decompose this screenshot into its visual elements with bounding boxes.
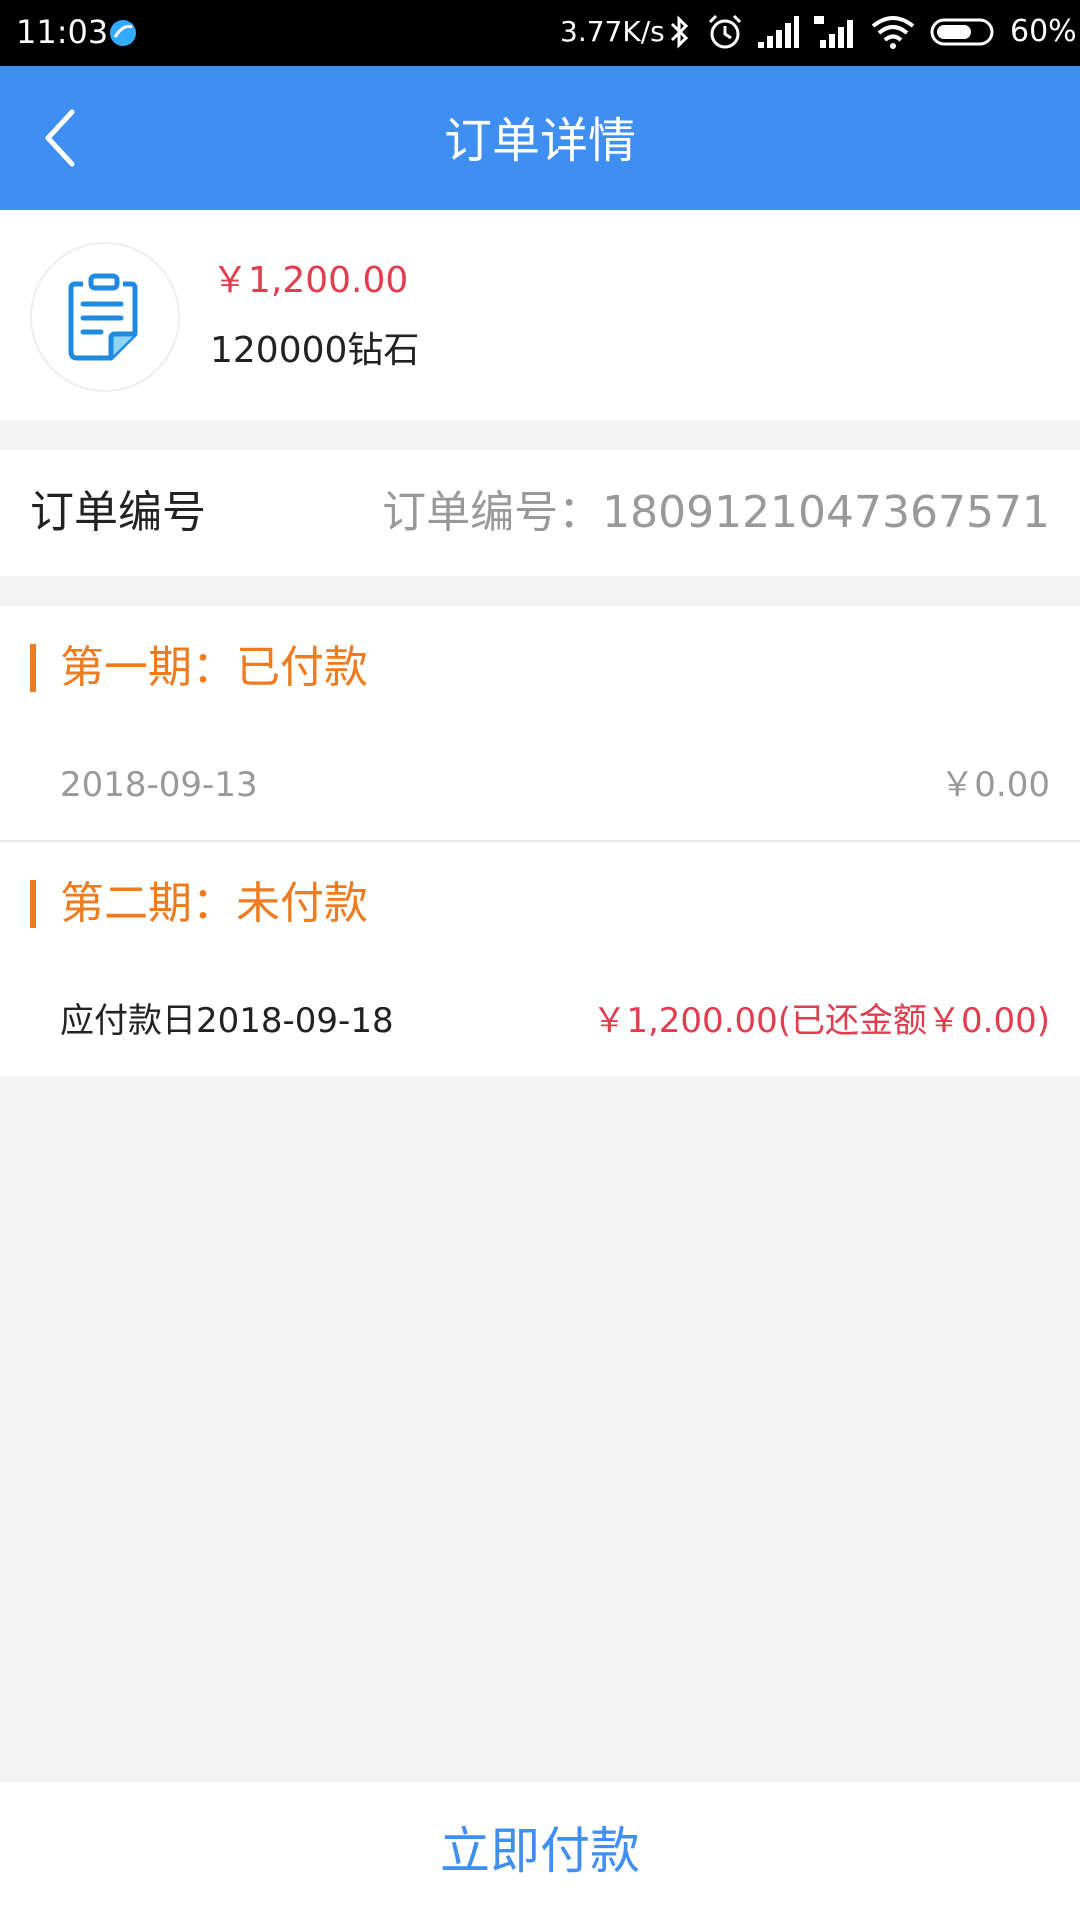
product-avatar bbox=[30, 242, 180, 392]
section-marker bbox=[30, 644, 36, 692]
section-marker bbox=[30, 880, 36, 928]
hd-signal-icon bbox=[814, 16, 853, 48]
battery-icon bbox=[930, 18, 994, 46]
installment-amount: ￥0.00 bbox=[940, 765, 1050, 805]
installment-item: 第一期：已付款 2018-09-13 ￥0.00 bbox=[0, 606, 1080, 840]
installment-item: 第二期：未付款 应付款日2018-09-18 ￥1,200.00(已还金额￥0.… bbox=[0, 840, 1080, 1076]
installment-due-date: 应付款日2018-09-18 bbox=[60, 1001, 394, 1041]
order-number-label: 订单编号 bbox=[30, 487, 206, 538]
pay-now-label: 立即付款 bbox=[440, 1822, 640, 1880]
installment-amount: ￥1,200.00(已还金额￥0.00) bbox=[592, 1001, 1050, 1041]
installment-date: 2018-09-13 bbox=[60, 765, 258, 805]
installment-title: 第一期：已付款 bbox=[60, 642, 368, 693]
product-card: ￥1,200.00 120000钻石 bbox=[0, 210, 1080, 420]
network-speed: 3.77K/s bbox=[560, 15, 665, 48]
status-time: 11:03 bbox=[16, 13, 109, 51]
app-notification-icon bbox=[110, 20, 136, 46]
status-bar: 11:03 3.77K/s 60% bbox=[0, 0, 1080, 66]
product-name: 120000钻石 bbox=[210, 330, 420, 371]
installment-list: 第一期：已付款 2018-09-13 ￥0.00 第二期：未付款 应付款日201… bbox=[0, 606, 1080, 1076]
app-header: 订单详情 bbox=[0, 66, 1080, 210]
order-number-row: 订单编号 订单编号：1809121047367571 bbox=[0, 450, 1080, 576]
wifi-icon bbox=[871, 16, 915, 49]
installment-title: 第二期：未付款 bbox=[60, 878, 368, 929]
alarm-icon bbox=[708, 14, 742, 49]
pay-now-button[interactable]: 立即付款 bbox=[0, 1782, 1080, 1920]
product-price: ￥1,200.00 bbox=[212, 260, 409, 301]
cellular-signal-icon bbox=[758, 16, 799, 48]
bluetooth-icon bbox=[670, 15, 689, 49]
page-title: 订单详情 bbox=[443, 113, 636, 169]
order-number-value: 订单编号：1809121047367571 bbox=[382, 487, 1050, 538]
battery-percent: 60% bbox=[1010, 14, 1077, 49]
order-document-icon bbox=[68, 273, 138, 361]
